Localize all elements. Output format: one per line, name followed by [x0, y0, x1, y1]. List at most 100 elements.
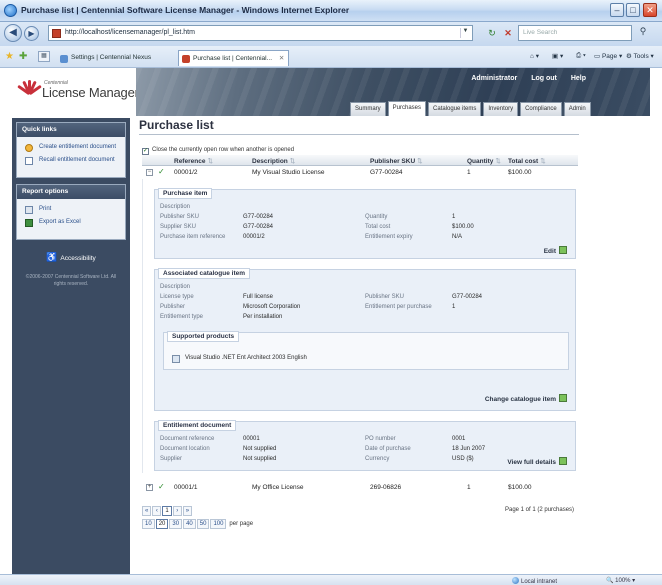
previous-page-button[interactable]: ‹	[152, 506, 162, 516]
page-1-button[interactable]: 1	[162, 506, 172, 516]
add-favorite-icon[interactable]: ✚	[19, 51, 27, 62]
page-size-20[interactable]: 20	[155, 519, 169, 529]
change-catalogue-item-button[interactable]: Change catalogue item	[485, 394, 567, 403]
close-open-row-checkbox[interactable]: ✓	[142, 148, 149, 155]
tab-catalogue-items[interactable]: Catalogue items	[428, 102, 482, 116]
row-details: Purchase item Description Publisher SKU …	[142, 179, 578, 473]
user-links: Administrator Log out Help	[459, 75, 586, 82]
edit-button[interactable]: Edit	[544, 246, 567, 255]
home-icon[interactable]: ⌂ ▾	[530, 52, 539, 60]
page-title: Purchase list	[139, 118, 214, 132]
security-zone: Local intranet	[512, 577, 557, 585]
tools-menu[interactable]: ⚙ Tools ▾	[626, 52, 654, 60]
tab-inventory[interactable]: Inventory	[483, 102, 519, 116]
export-excel-link[interactable]: Export as Excel	[17, 216, 125, 229]
tab-bar: ★ ✚ ▦ Settings | Centennial Nexus Purcha…	[0, 46, 662, 68]
internet-explorer-icon	[4, 4, 17, 17]
section-title: Supported products	[167, 331, 240, 342]
main-content: Purchase list ✓ Close the currently open …	[139, 118, 644, 529]
column-quantity[interactable]: Quantity ⇅	[467, 157, 501, 165]
column-reference[interactable]: Reference ⇅	[174, 157, 213, 165]
expand-row-icon[interactable]: +	[146, 484, 153, 491]
section-title: Entitlement document	[158, 420, 237, 431]
column-publisher-sku[interactable]: Publisher SKU ⇅	[370, 157, 423, 165]
copyright-text: ©2006-2007 Centennial Software Ltd. All …	[25, 274, 117, 287]
page-favicon-icon	[52, 29, 61, 38]
user-name: Administrator	[471, 75, 518, 82]
pagination: «‹ 1 ›»	[142, 506, 193, 516]
section-title: Purchase item	[158, 188, 213, 199]
print-icon[interactable]: ⎙ ▾	[576, 52, 586, 60]
supported-products-box: Supported products Visual Studio .NET En…	[163, 331, 569, 370]
page-menu[interactable]: ▭ Page ▾	[594, 52, 622, 60]
page-size-100[interactable]: 100	[210, 519, 227, 529]
page-size-options: 10 20 30 40 50 100 per page	[142, 519, 253, 529]
recall-entitlement-link[interactable]: Recall entitlement document	[17, 154, 125, 167]
help-link[interactable]: Help	[571, 75, 586, 82]
report-options-panel: Report options Print Export as Excel	[16, 184, 126, 240]
url-text: http://localhost/licensemanager/pl_list.…	[65, 29, 195, 36]
feeds-icon[interactable]: ▣ ▾	[552, 52, 563, 60]
page-size-30[interactable]: 30	[169, 519, 183, 529]
product-icon	[172, 355, 180, 363]
stop-icon[interactable]: ✕	[501, 26, 515, 40]
logo-product: License Manager	[42, 85, 139, 100]
title-divider	[139, 134, 579, 135]
table-row[interactable]: + ✓ 00001/1 My Office License 269-06826 …	[142, 482, 578, 494]
print-link[interactable]: Print	[17, 203, 125, 216]
checkmark-icon: ✓	[158, 167, 165, 176]
tab-purchase-list[interactable]: Purchase list | Centennial... ✕	[178, 50, 290, 66]
tab-favicon-icon	[182, 55, 190, 63]
main-nav: Summary Purchases Catalogue items Inventory…	[350, 101, 593, 116]
forward-button[interactable]: ▶	[24, 26, 39, 41]
tab-settings[interactable]: Settings | Centennial Nexus	[56, 50, 156, 66]
zoom-level[interactable]: 🔍 100% ▾	[606, 577, 635, 584]
view-full-details-button[interactable]: View full details	[507, 457, 567, 466]
search-input[interactable]: Live Search	[518, 25, 632, 41]
minimize-button[interactable]: –	[610, 3, 624, 17]
tab-purchases[interactable]: Purchases	[387, 101, 427, 116]
page-size-10[interactable]: 10	[142, 519, 155, 529]
tab-compliance[interactable]: Compliance	[520, 102, 562, 116]
report-options-title: Report options	[17, 185, 125, 199]
maximize-button[interactable]: □	[626, 3, 640, 17]
back-button[interactable]: ◀	[4, 24, 22, 42]
last-page-button[interactable]: »	[182, 506, 193, 516]
create-entitlement-link[interactable]: Create entitlement document	[17, 141, 125, 154]
address-bar: ◀ ▶ http://localhost/licensemanager/pl_l…	[0, 22, 662, 46]
intranet-globe-icon	[512, 577, 519, 584]
tab-label: Purchase list | Centennial...	[193, 55, 273, 62]
per-page-label: per page	[229, 521, 254, 527]
close-tab-icon[interactable]: ✕	[279, 55, 284, 62]
page-size-50[interactable]: 50	[196, 519, 210, 529]
quick-tabs-icon[interactable]: ▦	[38, 51, 50, 62]
table-row[interactable]: − ✓ 00001/2 My Visual Studio License G77…	[142, 167, 578, 179]
tab-admin[interactable]: Admin	[563, 102, 591, 116]
sidebar: Quick links Create entitlement document …	[12, 118, 130, 574]
chevron-down-icon[interactable]: ▼	[460, 28, 470, 38]
next-page-button[interactable]: ›	[172, 506, 182, 516]
tab-summary[interactable]: Summary	[350, 102, 386, 116]
refresh-icon[interactable]: ↻	[485, 26, 499, 40]
logout-link[interactable]: Log out	[531, 75, 557, 82]
page-size-40[interactable]: 40	[183, 519, 196, 529]
search-icon[interactable]: ⚲	[636, 26, 650, 40]
page-info: Page 1 of 1 (2 purchases)	[505, 507, 575, 513]
entitlement-document-section: Entitlement document Document reference …	[154, 420, 576, 471]
url-field[interactable]: http://localhost/licensemanager/pl_list.…	[48, 25, 473, 41]
search-placeholder: Live Search	[523, 29, 558, 36]
first-page-button[interactable]: «	[142, 506, 152, 516]
go-arrow-icon	[559, 394, 567, 402]
quick-links-panel: Quick links Create entitlement document …	[16, 122, 126, 178]
column-total-cost[interactable]: Total cost ⇅	[508, 157, 546, 165]
column-description[interactable]: Description ⇅	[252, 157, 295, 165]
collapse-row-icon[interactable]: −	[146, 169, 153, 176]
accessibility-link[interactable]: ♿ Accessibility	[12, 252, 130, 263]
go-arrow-icon	[559, 457, 567, 465]
favorites-star-icon[interactable]: ★	[5, 51, 14, 62]
close-window-button[interactable]: ✕	[643, 3, 657, 17]
purchase-item-section: Purchase item Description Publisher SKU …	[154, 188, 576, 259]
checkmark-icon: ✓	[158, 482, 165, 491]
close-open-row-option[interactable]: ✓ Close the currently open row when anoth…	[142, 147, 294, 155]
window-title: Purchase list | Centennial Software Lice…	[21, 5, 350, 15]
